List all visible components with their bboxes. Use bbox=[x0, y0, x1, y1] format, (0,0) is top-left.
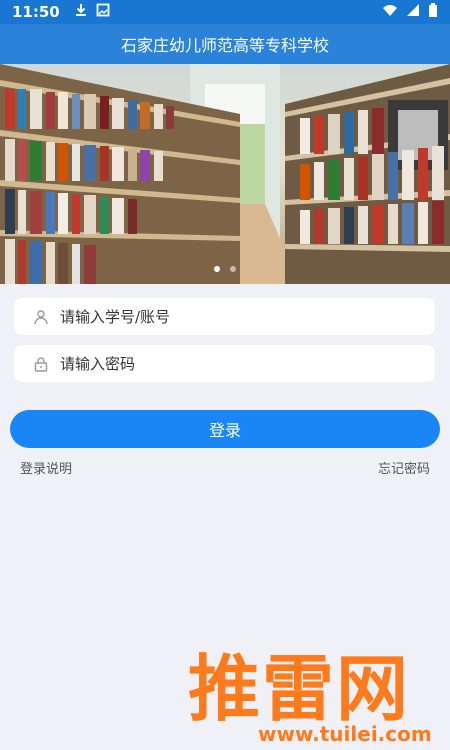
lock-icon bbox=[32, 355, 50, 373]
password-placeholder: 请输入密码 bbox=[60, 355, 136, 373]
wifi-icon bbox=[382, 3, 398, 21]
user-icon bbox=[32, 308, 50, 326]
signal-icon bbox=[406, 3, 420, 21]
status-bar: 11:50 bbox=[0, 0, 450, 24]
carousel-dot-1[interactable] bbox=[214, 266, 220, 272]
carousel-dots[interactable] bbox=[0, 266, 450, 272]
username-field[interactable]: 请输入学号/账号 bbox=[14, 298, 435, 335]
carousel-dot-2[interactable] bbox=[230, 266, 236, 272]
password-field[interactable]: 请输入密码 bbox=[14, 345, 435, 382]
image-icon bbox=[96, 3, 110, 21]
login-button[interactable]: 登录 bbox=[10, 410, 440, 448]
username-placeholder: 请输入学号/账号 bbox=[60, 308, 171, 326]
page-title: 石家庄幼儿师范高等专科学校 bbox=[120, 36, 329, 55]
status-time: 11:50 bbox=[12, 3, 60, 21]
forgot-password-link[interactable]: 忘记密码 bbox=[378, 458, 430, 477]
banner-carousel[interactable] bbox=[0, 64, 450, 284]
login-button-label: 登录 bbox=[208, 421, 241, 440]
battery-icon bbox=[428, 2, 438, 22]
watermark-url: www.tuilei.com bbox=[258, 722, 432, 746]
login-help-link[interactable]: 登录说明 bbox=[20, 458, 72, 477]
library-bookshelves-image bbox=[0, 64, 450, 284]
watermark: 推雷网 www.tuilei.com bbox=[180, 630, 450, 750]
watermark-main: 推雷网 bbox=[188, 647, 411, 731]
status-right-icons bbox=[382, 2, 438, 22]
app-header: 石家庄幼儿师范高等专科学校 bbox=[0, 24, 450, 64]
download-icon bbox=[74, 3, 88, 21]
